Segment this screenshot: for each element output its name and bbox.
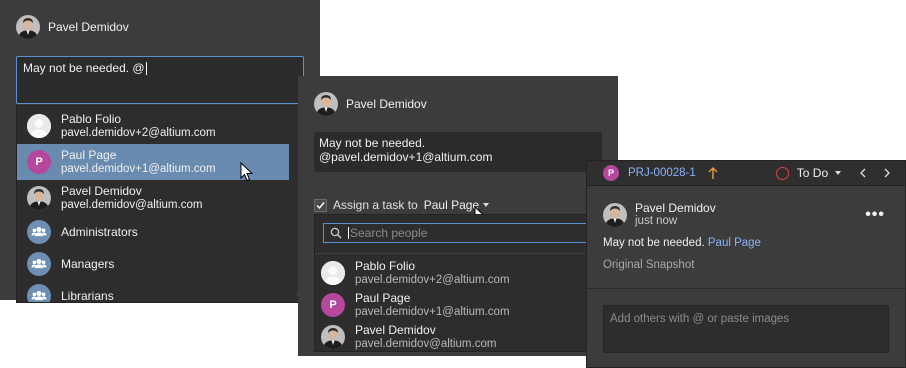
status-value: To Do (796, 166, 829, 180)
group-icon (27, 252, 51, 276)
user-name: Pavel Demidov (346, 97, 427, 111)
assign-label: Assign a task to (333, 198, 418, 212)
people-item[interactable]: Pablo Folio pavel.demidov+2@altium.com (315, 257, 607, 289)
priority-up-arrow-icon (708, 166, 718, 179)
user-avatar (16, 15, 40, 39)
people-item[interactable]: Pavel Demidov pavel.demidov@altium.com (315, 321, 607, 351)
blank-avatar-icon (321, 261, 345, 285)
text-caret (145, 62, 147, 76)
user-avatar (321, 325, 345, 349)
comment-input[interactable]: May not be needed. @ (16, 56, 304, 104)
comment-panel-left: Pavel Demidov May not be needed. @ Pablo… (0, 0, 320, 303)
initial-avatar: P (27, 150, 51, 174)
checkmark-icon (316, 201, 325, 209)
project-badge: P (603, 165, 619, 181)
mention-item[interactable]: Administrators (17, 216, 305, 248)
initial-avatar: P (321, 293, 345, 317)
comment-input-text: May not be needed. @ (23, 61, 145, 75)
assignee-value: Paul Page (423, 198, 480, 212)
people-dropdown: Search people Pablo Folio pavel.demidov+2… (314, 214, 608, 352)
user-avatar (314, 92, 338, 116)
timestamp: just now (635, 215, 678, 227)
status-select[interactable]: To Do (796, 166, 842, 180)
status-circle-icon (775, 166, 789, 180)
message-text: May not be needed. Paul Page (603, 237, 761, 249)
people-item[interactable]: P Paul Page pavel.demidov+1@altium.com (315, 289, 607, 321)
mention-item[interactable]: Pavel Demidov pavel.demidov@altium.com (17, 180, 305, 216)
assign-checkbox[interactable] (314, 198, 327, 212)
group-icon (27, 220, 51, 244)
comment-input-text: May not be needed. @pavel.demidov+1@alti… (319, 136, 493, 164)
group-icon (27, 284, 51, 302)
search-placeholder: Search people (350, 226, 428, 240)
author-name: Pavel Demidov (635, 201, 716, 215)
more-options-icon[interactable]: ••• (865, 207, 885, 223)
mention-dropdown: Pablo Folio pavel.demidov+2@altium.com P … (16, 105, 306, 303)
user-avatar (27, 186, 51, 210)
chevron-left-icon[interactable] (859, 168, 867, 178)
task-header: P PRJ-00028-1 To Do (587, 161, 905, 186)
user-avatar (603, 203, 627, 227)
comment-panel-middle: Pavel Demidov May not be needed. @pavel.… (298, 76, 618, 356)
comment-input[interactable]: May not be needed. @pavel.demidov+1@alti… (314, 132, 602, 172)
search-icon (330, 227, 342, 239)
task-panel-right: P PRJ-00028-1 To Do Pavel Demidov just n… (586, 160, 906, 368)
original-snapshot-link[interactable]: Original Snapshot (603, 259, 694, 271)
user-name: Pavel Demidov (48, 20, 129, 34)
mouse-cursor-icon (240, 162, 254, 182)
blank-avatar-icon (27, 114, 51, 138)
project-id-link[interactable]: PRJ-00028-1 (628, 167, 696, 179)
mention-item[interactable]: Managers (17, 248, 305, 280)
text-caret (348, 227, 349, 239)
mention-link[interactable]: Paul Page (708, 237, 761, 249)
reply-input[interactable]: Add others with @ or paste images (603, 305, 889, 353)
search-people-input[interactable]: Search people (323, 223, 607, 243)
reply-placeholder: Add others with @ or paste images (610, 313, 790, 325)
chevron-down-icon (835, 171, 842, 175)
chevron-right-icon[interactable] (883, 168, 891, 178)
mention-item[interactable]: Pablo Folio pavel.demidov+2@altium.com (17, 108, 305, 144)
mention-item[interactable]: Librarians (17, 280, 305, 302)
